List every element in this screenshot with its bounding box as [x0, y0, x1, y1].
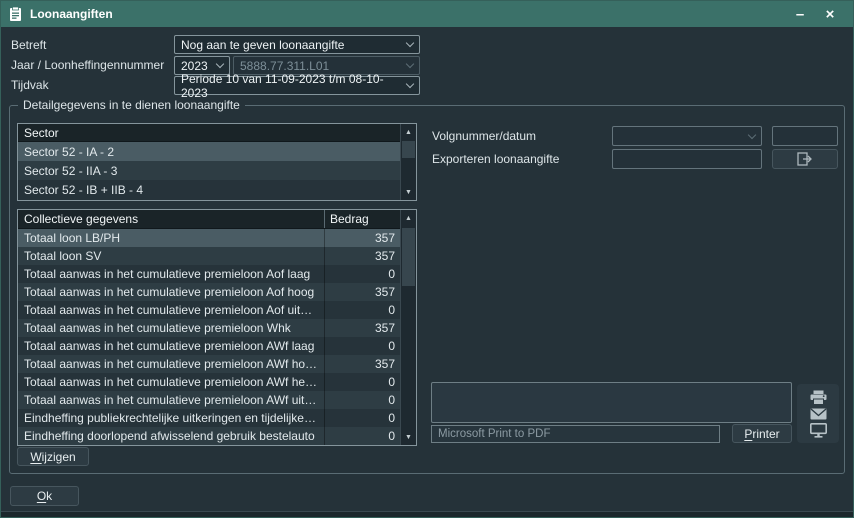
wijzigen-button[interactable]: Wijzigen [17, 447, 89, 466]
window-bottom-edge [1, 511, 853, 517]
chevron-down-icon [406, 60, 414, 68]
chevron-down-icon [216, 60, 224, 68]
scroll-up-icon[interactable]: ▲ [401, 124, 416, 140]
sector-column-header[interactable]: Sector [18, 126, 400, 140]
scroll-up-icon[interactable]: ▲ [401, 210, 416, 226]
table-row-bedrag: 0 [324, 427, 400, 445]
list-item[interactable]: Totaal aanwas in het cumulatieve premiel… [18, 355, 400, 373]
printer-button[interactable]: Printer [732, 424, 792, 443]
tijdvak-label: Tijdvak [11, 78, 49, 92]
volgnummer-datum-field[interactable] [772, 126, 838, 146]
groupbox-title: Detailgegevens in te dienen loonaangifte [18, 98, 245, 112]
list-item[interactable]: Totaal loon LB/PH357 [18, 229, 400, 247]
table-row-bedrag: 0 [324, 265, 400, 283]
collectieve-gegevens-column-header[interactable]: Collectieve gegevens [18, 212, 324, 226]
list-item[interactable]: Totaal aanwas in het cumulatieve premiel… [18, 319, 400, 337]
sector-row-label: Sector 52 - IA - 2 [18, 145, 400, 159]
table-row-bedrag: 357 [324, 283, 400, 301]
sector-row-label: Sector 52 - IIA - 3 [18, 164, 400, 178]
scrollbar-thumb[interactable] [402, 228, 415, 286]
printer-name-field[interactable]: Microsoft Print to PDF [431, 425, 720, 443]
list-item[interactable]: Totaal aanwas in het cumulatieve premiel… [18, 301, 400, 319]
exporteren-loonaangifte-label: Exporteren loonaangifte [432, 152, 559, 166]
table-row-label: Totaal aanwas in het cumulatieve premiel… [18, 375, 324, 389]
tijdvak-dropdown[interactable]: Periode 10 van 11-09-2023 t/m 08-10-2023 [174, 76, 420, 95]
sector-list-body: Sector 52 - IA - 2 Sector 52 - IIA - 3 Sec… [18, 142, 400, 199]
list-item[interactable]: Totaal aanwas in het cumulatieve premiel… [18, 265, 400, 283]
print-preview-box[interactable] [431, 382, 792, 423]
table-row-bedrag: 0 [324, 409, 400, 427]
list-item[interactable]: Eindheffing publiekrechtelijke uitkering… [18, 409, 400, 427]
table-row-label: Totaal aanwas in het cumulatieve premiel… [18, 303, 324, 317]
printer-name-value: Microsoft Print to PDF [438, 428, 550, 440]
table-row-label: Totaal loon LB/PH [18, 231, 324, 245]
loonaangiften-window: Loonaangiften – × Betreft Jaar / Loonhef… [0, 0, 854, 518]
minimize-button[interactable]: – [785, 3, 815, 25]
sector-list-header: Sector [18, 124, 400, 142]
table-row-label: Totaal aanwas in het cumulatieve premiel… [18, 285, 324, 299]
app-document-icon [9, 7, 23, 22]
tijdvak-dropdown-value: Periode 10 van 11-09-2023 t/m 08-10-2023 [181, 72, 407, 100]
table-row-label: Totaal aanwas in het cumulatieve premiel… [18, 339, 324, 353]
list-item[interactable]: Totaal aanwas in het cumulatieve premiel… [18, 391, 400, 409]
betreft-label: Betreft [11, 38, 46, 52]
table-row-bedrag: 0 [324, 337, 400, 355]
sector-list-scrollbar[interactable]: ▲ ▼ [400, 124, 416, 200]
collectieve-gegevens-table: Collectieve gegevens Bedrag Totaal loon … [17, 209, 417, 446]
export-file-icon [797, 152, 814, 166]
table-row-label: Totaal aanwas in het cumulatieve premiel… [18, 267, 324, 281]
email-icon[interactable] [810, 408, 827, 420]
bedrag-column-header[interactable]: Bedrag [324, 210, 400, 228]
jaar-dropdown-value: 2023 [181, 59, 208, 73]
table-row-bedrag: 357 [324, 319, 400, 337]
table-row-bedrag: 0 [324, 391, 400, 409]
table-row-bedrag: 357 [324, 355, 400, 373]
list-item[interactable]: Totaal aanwas in het cumulatieve premiel… [18, 337, 400, 355]
scrollbar-thumb[interactable] [402, 141, 415, 158]
jaar-loonheffingennummer-label: Jaar / Loonheffingennummer [11, 58, 164, 72]
list-item[interactable]: Eindheffing doorlopend afwisselend gebru… [18, 427, 400, 445]
table-row-label: Totaal aanwas in het cumulatieve premiel… [18, 393, 324, 407]
list-item[interactable]: Sector 52 - IB + IIB - 4 [18, 180, 400, 199]
volgnummer-dropdown[interactable] [612, 126, 762, 146]
output-options-panel [797, 384, 839, 443]
close-button[interactable]: × [815, 3, 845, 25]
betreft-dropdown-value: Nog aan te geven loonaangifte [181, 38, 344, 52]
list-item[interactable]: Totaal aanwas in het cumulatieve premiel… [18, 373, 400, 391]
scroll-down-icon[interactable]: ▼ [401, 184, 416, 200]
titlebar: Loonaangiften – × [1, 1, 853, 27]
table-row-label: Totaal aanwas in het cumulatieve premiel… [18, 321, 324, 335]
table-row-label: Totaal loon SV [18, 249, 324, 263]
volgnummer-datum-label: Volgnummer/datum [432, 129, 536, 143]
printer-icon[interactable] [810, 390, 827, 405]
sector-row-label: Sector 52 - IB + IIB - 4 [18, 183, 400, 197]
exporteren-path-field[interactable] [612, 149, 762, 169]
list-item[interactable]: Totaal aanwas in het cumulatieve premiel… [18, 283, 400, 301]
chevron-down-icon [406, 80, 414, 88]
loonheffingennummer-value: 5888.77.311.L01 [240, 59, 329, 73]
sector-list: Sector Sector 52 - IA - 2 Sector 52 - IIA… [17, 123, 417, 201]
table-row-bedrag: 357 [324, 247, 400, 265]
list-item[interactable]: Sector 52 - IIA - 3 [18, 161, 400, 180]
table-row-label: Totaal aanwas in het cumulatieve premiel… [18, 357, 324, 371]
table-row-bedrag: 0 [324, 373, 400, 391]
betreft-dropdown[interactable]: Nog aan te geven loonaangifte [174, 35, 420, 54]
table-row-label: Eindheffing doorlopend afwisselend gebru… [18, 429, 324, 443]
table-row-label: Eindheffing publiekrechtelijke uitkering… [18, 411, 324, 425]
list-item[interactable]: Totaal loon SV357 [18, 247, 400, 265]
detailgegevens-groupbox: Detailgegevens in te dienen loonaangifte… [9, 105, 845, 474]
scroll-down-icon[interactable]: ▼ [401, 429, 416, 445]
collective-table-body: Totaal loon LB/PH357Totaal loon SV357Tot… [18, 229, 400, 445]
chevron-down-icon [406, 39, 414, 47]
table-row-bedrag: 357 [324, 229, 400, 247]
list-item[interactable]: Sector 52 - IA - 2 [18, 142, 400, 161]
table-scrollbar[interactable]: ▲ ▼ [400, 210, 416, 445]
table-header: Collectieve gegevens Bedrag [18, 210, 400, 229]
ok-button[interactable]: Ok [10, 486, 79, 506]
chevron-down-icon [748, 130, 756, 138]
window-title: Loonaangiften [30, 7, 113, 21]
table-row-bedrag: 0 [324, 301, 400, 319]
monitor-icon[interactable] [810, 423, 827, 438]
export-button[interactable] [772, 149, 838, 169]
